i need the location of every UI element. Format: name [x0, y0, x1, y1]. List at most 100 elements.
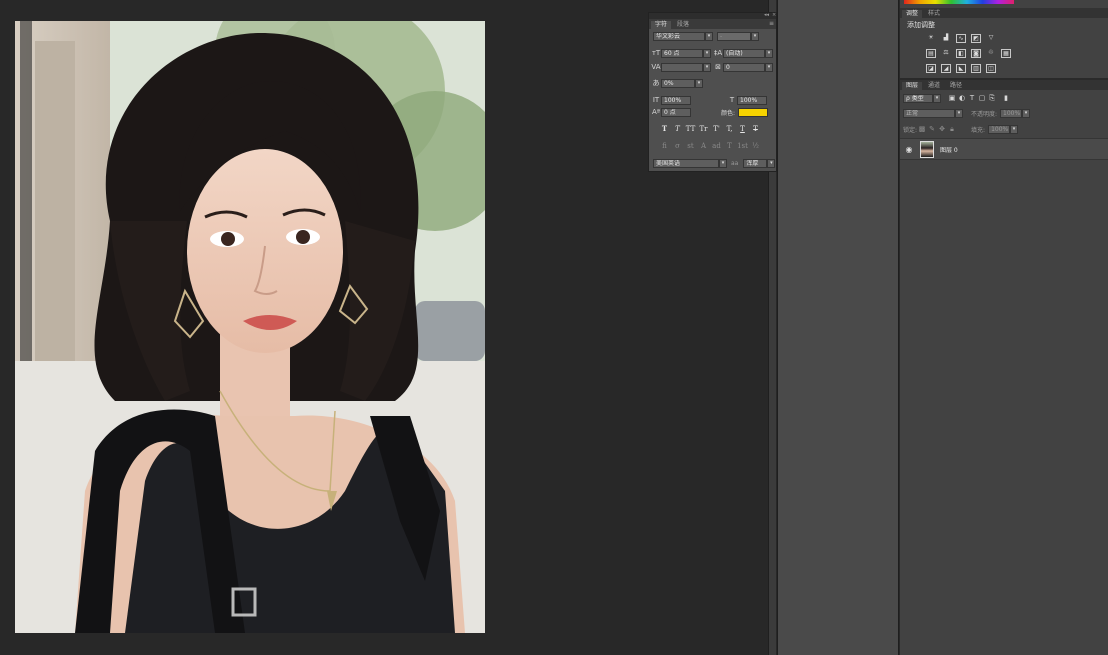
fill-field[interactable]: 100%: [988, 124, 1011, 134]
tracking-field[interactable]: 0: [723, 62, 765, 72]
subscript-button[interactable]: T,: [724, 124, 735, 134]
tracking-icon: ⊠: [715, 62, 721, 71]
channel-mixer-icon[interactable]: ♲: [986, 49, 996, 58]
font-size-field[interactable]: 60 点: [661, 48, 703, 58]
opacity-label: 不透明度:: [971, 110, 998, 118]
tab-layers[interactable]: 图层: [902, 82, 923, 90]
adjustments-panel-tabs: 调整 样式: [900, 8, 1108, 18]
blend-mode-dropdown[interactable]: 正常: [903, 108, 955, 118]
kerning-field[interactable]: [661, 62, 703, 72]
leading-icon: ‡A: [713, 48, 723, 57]
character-panel[interactable]: ◂◂ × 字符 段落 ≡ 华文彩云 ▾ - ▾ тT 60 点 ▾ ‡A (自动…: [648, 12, 777, 172]
antialias-dropdown-arrow[interactable]: ▾: [767, 158, 776, 168]
all-caps-button[interactable]: TT: [685, 124, 696, 134]
tsume-field[interactable]: 0%: [661, 78, 695, 88]
fill-arrow[interactable]: ▾: [1010, 124, 1019, 134]
tab-styles[interactable]: 样式: [924, 10, 945, 18]
color-lookup-icon[interactable]: ▦: [1001, 49, 1011, 58]
layers-panel-tabs: 图层 通道 路径: [900, 80, 1108, 90]
font-style-field[interactable]: -: [717, 31, 751, 41]
exposure-icon[interactable]: ◩: [971, 34, 981, 43]
tab-adjustments[interactable]: 调整: [902, 10, 923, 18]
vertical-scale-field[interactable]: 100%: [661, 95, 691, 105]
font-family-dropdown[interactable]: ▾: [705, 31, 713, 41]
font-style-dropdown[interactable]: ▾: [751, 31, 759, 41]
color-label: 颜色:: [721, 109, 736, 117]
ordinals-button[interactable]: 1st: [737, 141, 748, 151]
antialias-dropdown[interactable]: 浑厚: [743, 158, 768, 168]
portrait-photo[interactable]: [15, 21, 485, 633]
layer-row[interactable]: ◉ 图层 0: [900, 138, 1108, 160]
tab-paragraph[interactable]: 段落: [673, 21, 694, 29]
stylistic-alternates-button[interactable]: ad: [711, 141, 722, 151]
posterize-icon[interactable]: ◢: [941, 64, 951, 73]
filter-adjustment-icon[interactable]: ◐: [957, 94, 967, 103]
leading-field[interactable]: (自动): [723, 48, 765, 58]
language-dropdown-arrow[interactable]: ▾: [719, 158, 727, 168]
photo-filter-icon[interactable]: ◙: [971, 49, 981, 58]
kerning-dropdown[interactable]: ▾: [703, 62, 711, 72]
text-color-swatch[interactable]: [738, 107, 769, 117]
fill-label: 填充:: [971, 126, 986, 134]
blend-mode-arrow[interactable]: ▾: [955, 108, 963, 118]
horizontal-scale-field[interactable]: 100%: [737, 95, 767, 105]
baseline-shift-field[interactable]: 0 点: [661, 107, 691, 117]
levels-icon[interactable]: ▟: [941, 34, 951, 43]
language-dropdown[interactable]: 美国英语: [653, 158, 719, 168]
font-size-dropdown[interactable]: ▾: [703, 48, 711, 58]
filter-type-icon[interactable]: T: [967, 94, 977, 103]
filter-toggle-icon[interactable]: ▮: [1001, 94, 1011, 103]
superscript-button[interactable]: T': [711, 124, 722, 134]
leading-dropdown[interactable]: ▾: [765, 48, 773, 58]
filter-smart-object-icon[interactable]: ⎘: [987, 94, 997, 103]
contextual-alternates-button[interactable]: σ: [672, 141, 683, 151]
filter-shape-icon[interactable]: ▢: [977, 94, 987, 103]
curves-icon[interactable]: ∿: [956, 34, 966, 43]
panel-menu-icon[interactable]: ≡: [769, 20, 774, 27]
faux-italic-button[interactable]: T: [672, 124, 683, 134]
invert-icon[interactable]: ◪: [926, 64, 936, 73]
tab-paths[interactable]: 路径: [946, 82, 967, 90]
visibility-eye-icon[interactable]: ◉: [902, 145, 916, 154]
tracking-dropdown[interactable]: ▾: [765, 62, 773, 72]
lock-position-icon[interactable]: ✥: [937, 125, 947, 134]
black-white-icon[interactable]: ◧: [956, 49, 966, 58]
ligatures-button[interactable]: fi: [659, 141, 670, 151]
tsume-icon: あ: [652, 78, 660, 87]
opacity-arrow[interactable]: ▾: [1022, 108, 1031, 118]
tsume-dropdown[interactable]: ▾: [695, 78, 703, 88]
layer-filter-arrow[interactable]: ▾: [933, 93, 941, 103]
opacity-field[interactable]: 100%: [1000, 108, 1023, 118]
swash-button[interactable]: A: [698, 141, 709, 151]
threshold-icon[interactable]: ◣: [956, 64, 966, 73]
vertical-scale-icon: IT: [652, 95, 660, 104]
fractions-button[interactable]: ½: [750, 141, 761, 151]
strikethrough-button[interactable]: T: [750, 124, 761, 134]
selective-color-icon[interactable]: ◫: [986, 64, 996, 73]
baseline-shift-icon: Aª: [651, 107, 661, 116]
layer-filter-dropdown[interactable]: ρ 类型: [903, 93, 933, 103]
discretionary-ligatures-button[interactable]: st: [685, 141, 696, 151]
gradient-map-icon[interactable]: ▥: [971, 64, 981, 73]
filter-pixel-icon[interactable]: ▣: [947, 94, 957, 103]
layer-name[interactable]: 图层 0: [940, 145, 958, 154]
faux-bold-button[interactable]: T: [659, 124, 670, 134]
brightness-contrast-icon[interactable]: ☀: [926, 34, 936, 43]
vibrance-icon[interactable]: ▽: [986, 34, 996, 43]
hue-saturation-icon[interactable]: ▤: [926, 49, 936, 58]
font-size-icon: тT: [651, 48, 661, 57]
lock-image-icon[interactable]: ✎: [927, 125, 937, 134]
lock-transparent-icon[interactable]: ▩: [917, 125, 927, 134]
tab-character[interactable]: 字符: [651, 21, 672, 29]
titling-alternates-button[interactable]: T: [724, 141, 735, 151]
underline-button[interactable]: T: [737, 124, 748, 134]
lock-all-icon[interactable]: 🔒︎: [947, 125, 957, 134]
font-family-field[interactable]: 华文彩云: [653, 31, 705, 41]
close-icon[interactable]: ×: [772, 12, 776, 18]
color-balance-icon[interactable]: ⚖: [941, 49, 951, 58]
layer-thumbnail: [920, 140, 934, 158]
small-caps-button[interactable]: Tr: [698, 124, 709, 134]
tab-channels[interactable]: 通道: [924, 82, 945, 90]
color-spectrum[interactable]: [904, 0, 1014, 4]
collapse-icon[interactable]: ◂◂: [764, 12, 769, 18]
